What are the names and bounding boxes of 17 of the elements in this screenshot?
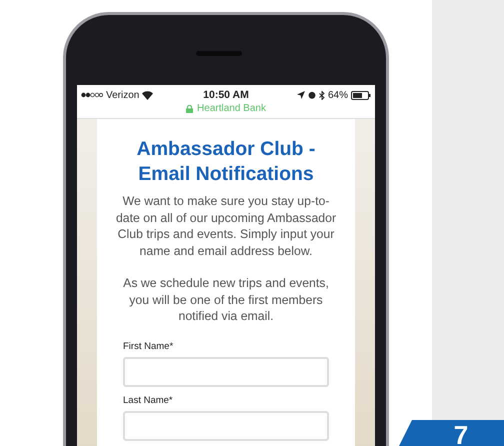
battery-percent: 64% — [328, 90, 348, 100]
carrier-name: Verizon — [106, 90, 140, 100]
battery-icon — [351, 90, 371, 100]
lock-icon — [186, 104, 194, 112]
input-field[interactable] — [123, 356, 329, 386]
bluetooth-icon — [318, 90, 325, 100]
field-label: First Name* — [123, 340, 174, 352]
intro-paragraph: We want to make sure you stay up-to-date on all of our upcoming Ambassador Club trips and events. Simply input your name and email address below. — [115, 193, 337, 259]
status-time: 10:50 AM — [203, 89, 249, 101]
location-arrow-icon — [296, 91, 305, 99]
wifi-icon — [142, 90, 154, 100]
field-label: Last Name* — [123, 394, 174, 406]
intro-paragraph: As we schedule new trips and events, you will be one of the first members notified via email. — [122, 275, 330, 324]
site-name[interactable]: Heartland Bank — [197, 103, 266, 114]
page-title: Ambassador Club - Email Notifications — [136, 137, 316, 187]
input-field[interactable] — [123, 410, 329, 440]
signal-dots-icon — [81, 92, 103, 98]
